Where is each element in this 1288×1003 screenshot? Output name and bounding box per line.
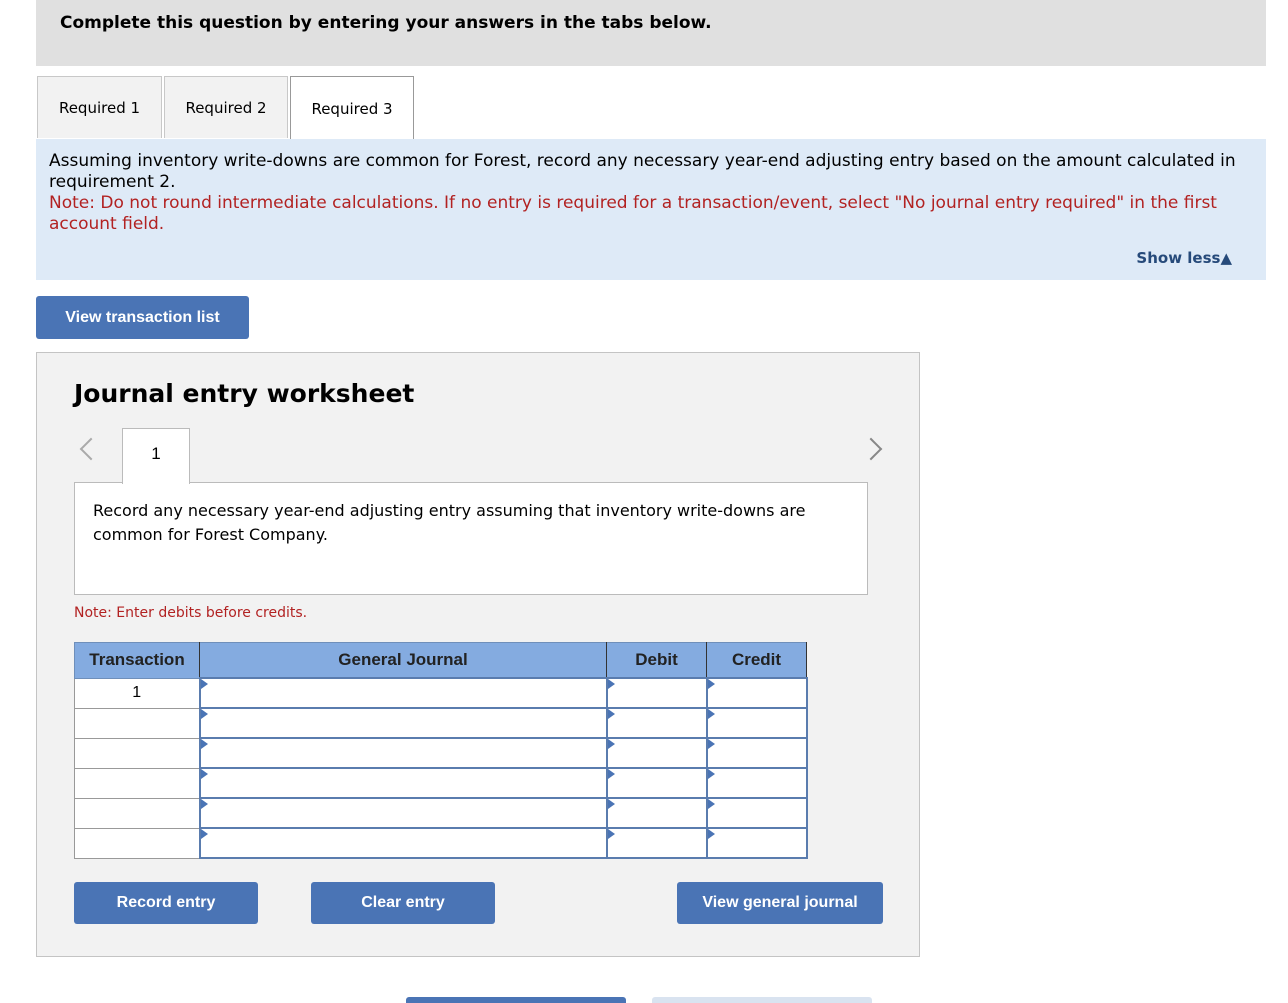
- account-input-cell: [198, 827, 608, 859]
- credit-input-cell: [705, 797, 808, 829]
- worksheet-title: Journal entry worksheet: [74, 379, 415, 408]
- debit-input[interactable]: [607, 709, 706, 737]
- debit-input-cell: [605, 827, 708, 859]
- debit-input[interactable]: [607, 769, 706, 797]
- journal-entry-worksheet: Journal entry worksheet 1 Record any nec…: [36, 352, 920, 957]
- view-general-journal-button[interactable]: View general journal: [677, 882, 883, 924]
- column-header-credit: Credit: [706, 642, 807, 679]
- instructions-panel: Assuming inventory write-downs are commo…: [36, 139, 1266, 280]
- instructions-text: Assuming inventory write-downs are commo…: [49, 151, 1236, 192]
- transaction-cell: [74, 797, 200, 829]
- debit-input[interactable]: [607, 679, 706, 707]
- requirement-tabs: Required 1 Required 2 Required 3: [37, 76, 1266, 140]
- account-input[interactable]: [200, 829, 606, 857]
- journal-row: [74, 827, 808, 859]
- tab-required-1[interactable]: Required 1: [37, 76, 162, 138]
- chevron-right-icon[interactable]: [859, 437, 883, 461]
- bottom-nav-button-next[interactable]: [652, 997, 872, 1003]
- credit-input[interactable]: [707, 709, 806, 737]
- column-header-general-journal: General Journal: [199, 642, 607, 679]
- question-title: Complete this question by entering your …: [60, 13, 712, 33]
- show-less-label: Show less: [1136, 249, 1221, 267]
- debit-input[interactable]: [607, 799, 706, 827]
- column-header-transaction: Transaction: [74, 642, 200, 679]
- transaction-cell: [74, 827, 200, 859]
- credit-input[interactable]: [707, 679, 806, 707]
- account-input-cell: [198, 707, 608, 739]
- journal-table: Transaction General Journal Debit Credit…: [74, 642, 808, 859]
- debit-input-cell: [605, 767, 708, 799]
- credit-input-cell: [705, 707, 808, 739]
- debit-input[interactable]: [607, 829, 706, 857]
- journal-row: [74, 707, 808, 739]
- credit-input-cell: [705, 827, 808, 859]
- account-input[interactable]: [200, 739, 606, 767]
- debit-input-cell: [605, 797, 708, 829]
- tab-required-3[interactable]: Required 3: [290, 76, 414, 140]
- transaction-cell: [74, 707, 200, 739]
- credit-input[interactable]: [707, 769, 806, 797]
- credit-input-cell: [705, 767, 808, 799]
- credit-input-cell: [705, 737, 808, 769]
- tab-required-2[interactable]: Required 2: [164, 76, 288, 138]
- account-input[interactable]: [200, 679, 606, 707]
- debits-before-credits-note: Note: Enter debits before credits.: [74, 605, 308, 621]
- account-input[interactable]: [200, 769, 606, 797]
- account-input-cell: [198, 677, 608, 709]
- view-transaction-list-button[interactable]: View transaction list: [36, 296, 249, 339]
- show-less-link[interactable]: Show less▲: [1136, 248, 1232, 269]
- record-entry-button[interactable]: Record entry: [74, 882, 258, 924]
- transaction-cell: [74, 767, 200, 799]
- clear-entry-button[interactable]: Clear entry: [311, 882, 495, 924]
- chevron-left-icon[interactable]: [79, 437, 103, 461]
- journal-row: [74, 767, 808, 799]
- account-input[interactable]: [200, 799, 606, 827]
- transaction-cell: [74, 737, 200, 769]
- debit-input-cell: [605, 707, 708, 739]
- column-header-debit: Debit: [606, 642, 707, 679]
- entry-tab-1[interactable]: 1: [122, 428, 190, 484]
- credit-input[interactable]: [707, 739, 806, 767]
- transaction-cell: 1: [74, 677, 200, 709]
- account-input-cell: [198, 797, 608, 829]
- journal-row: [74, 737, 808, 769]
- credit-input[interactable]: [707, 829, 806, 857]
- debit-input[interactable]: [607, 739, 706, 767]
- credit-input[interactable]: [707, 799, 806, 827]
- journal-row: 1: [74, 677, 808, 709]
- journal-row: [74, 797, 808, 829]
- bottom-nav-button-prev[interactable]: [406, 997, 626, 1003]
- credit-input-cell: [705, 677, 808, 709]
- question-header: Complete this question by entering your …: [36, 0, 1266, 66]
- account-input[interactable]: [200, 709, 606, 737]
- debit-input-cell: [605, 677, 708, 709]
- instructions-note: Note: Do not round intermediate calculat…: [49, 193, 1217, 234]
- entry-description: Record any necessary year-end adjusting …: [74, 482, 868, 595]
- debit-input-cell: [605, 737, 708, 769]
- triangle-up-icon: ▲: [1220, 249, 1232, 267]
- account-input-cell: [198, 767, 608, 799]
- account-input-cell: [198, 737, 608, 769]
